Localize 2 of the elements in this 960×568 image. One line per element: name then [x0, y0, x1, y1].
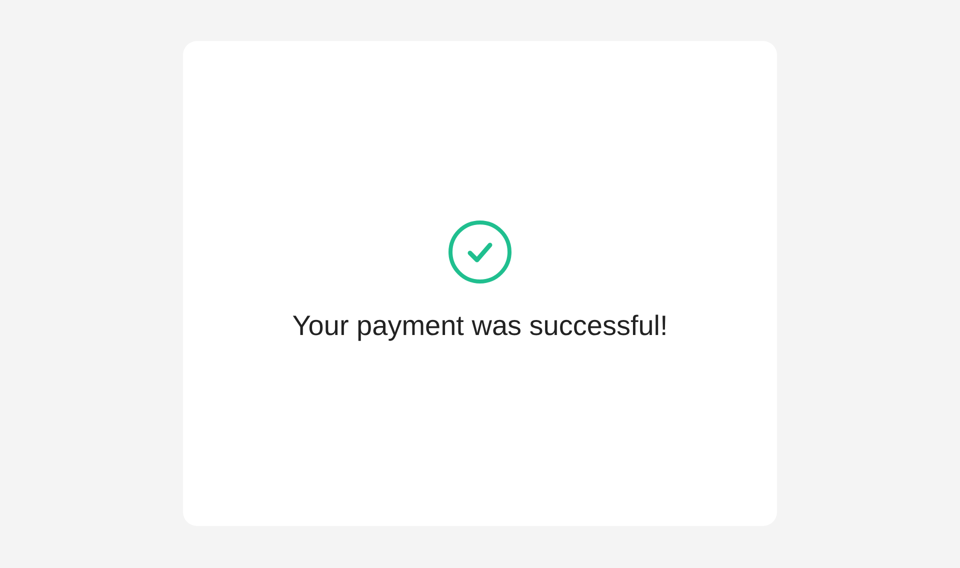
check-circle-icon	[448, 220, 512, 284]
status-message: Your payment was successful!	[292, 310, 668, 342]
